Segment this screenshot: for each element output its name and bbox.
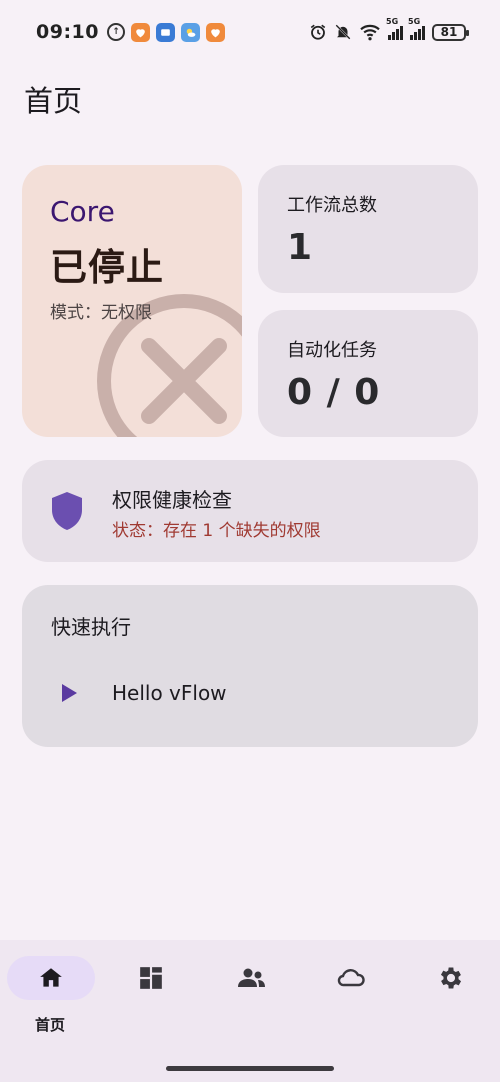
battery-indicator: 81 <box>432 23 469 41</box>
gesture-bar[interactable] <box>166 1066 334 1071</box>
battery-level: 81 <box>440 25 458 39</box>
nav-pill <box>107 956 195 1000</box>
automation-tasks-value: 0 / 0 <box>287 372 381 413</box>
workflow-count-card[interactable]: 工作流总数 1 <box>258 165 478 293</box>
permission-check-title: 权限健康检查 <box>112 488 232 512</box>
status-bar: 09:10 ↑ 5G 5G 81 <box>0 0 500 64</box>
automation-tasks-card[interactable]: 自动化任务 0 / 0 <box>258 310 478 437</box>
permission-check-status: 状态：存在 1 个缺失的权限 <box>112 521 321 541</box>
permission-check-card[interactable]: 权限健康检查 状态：存在 1 个缺失的权限 <box>22 460 478 562</box>
quick-run-item[interactable]: Hello vFlow <box>48 673 448 713</box>
core-mode: 模式：无权限 <box>50 303 152 323</box>
app-notification-icon <box>205 22 225 42</box>
nav-item-community[interactable] <box>200 940 300 1040</box>
mute-icon <box>335 24 351 40</box>
nav-item-dashboard[interactable] <box>100 940 200 1040</box>
quick-run-card: 快速执行 Hello vFlow <box>22 585 478 747</box>
automation-tasks-label: 自动化任务 <box>287 340 377 361</box>
nav-item-home[interactable]: 首页 <box>0 940 100 1040</box>
community-icon <box>238 968 265 987</box>
app-notification-icon <box>155 22 175 42</box>
play-icon <box>58 682 80 704</box>
page-title: 首页 <box>24 84 83 118</box>
nav-indicator <box>7 956 95 1000</box>
data-saver-icon: ↑ <box>106 23 125 41</box>
settings-icon <box>440 967 462 989</box>
signal-strength-1: 5G <box>386 17 403 40</box>
nav-pill <box>307 956 395 1000</box>
weather-notification-icon <box>180 22 200 42</box>
workflow-count-value: 1 <box>287 227 314 268</box>
shield-icon <box>52 492 82 530</box>
core-status: 已停止 <box>50 246 164 289</box>
bottom-navigation: 首页 <box>0 940 500 1082</box>
status-left: 09:10 ↑ <box>36 21 225 43</box>
clock: 09:10 <box>36 21 99 43</box>
quick-run-item-label: Hello vFlow <box>112 681 227 705</box>
cloud-icon <box>337 969 365 987</box>
core-label: Core <box>50 195 115 228</box>
home-icon <box>40 968 62 987</box>
nav-label-home: 首页 <box>34 1016 65 1034</box>
nav-pill <box>407 956 495 1000</box>
nav-pill <box>207 956 295 1000</box>
alarm-icon <box>310 24 326 40</box>
nav-item-cloud[interactable] <box>300 940 400 1040</box>
wifi-icon <box>360 24 380 41</box>
core-status-card[interactable]: Core 已停止 模式：无权限 <box>22 165 242 437</box>
status-right: 5G 5G 81 <box>309 17 469 41</box>
signal-strength-2: 5G <box>408 17 425 40</box>
dashboard-icon <box>140 967 162 989</box>
app-notification-icon <box>130 22 150 42</box>
workflow-count-label: 工作流总数 <box>287 195 377 216</box>
quick-run-title: 快速执行 <box>51 615 131 639</box>
nav-item-settings[interactable] <box>400 940 500 1040</box>
